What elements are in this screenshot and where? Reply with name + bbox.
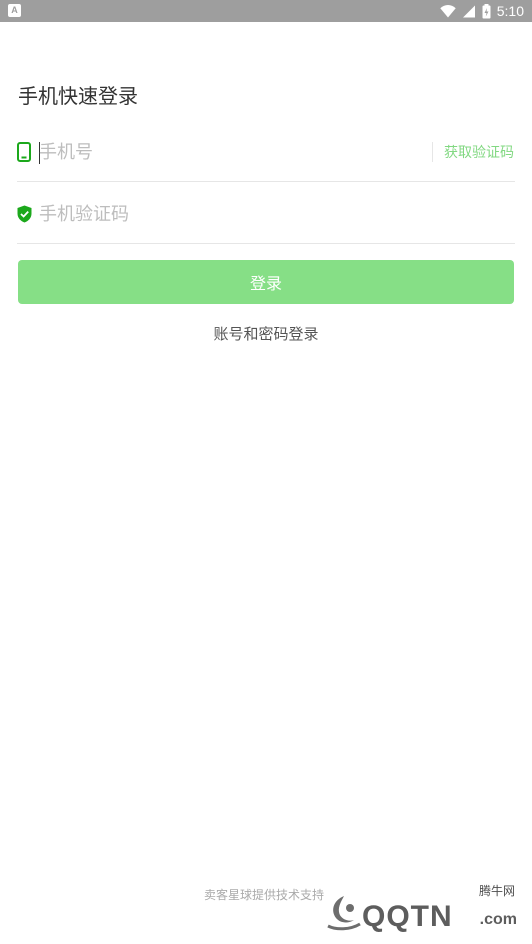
status-indicators: 5:10 [440,0,524,22]
watermark-cn: 腾牛网 [478,884,515,898]
watermark-logo-icon [327,896,361,931]
phone-input[interactable] [39,132,419,172]
shield-check-icon [17,205,32,222]
wifi-icon [440,4,456,17]
get-code-button[interactable]: 获取验证码 [444,122,514,182]
tech-support-text: 卖客星球提供技术支持 [204,888,325,902]
signal-icon [462,5,475,17]
phone-icon [17,141,31,162]
watermark-brand: QQTN [362,900,453,933]
watermark-dotcom: .com [479,911,517,928]
account-password-login-link[interactable]: 账号和密码登录 [0,323,532,344]
battery-icon [482,3,491,18]
page-title: 手机快速登录 [18,84,138,108]
notification-app-icon: A [8,4,21,17]
login-button[interactable]: 登录 [18,260,514,304]
code-field-row [17,184,515,244]
watermark: QQTN 腾牛网 .com [322,882,527,940]
status-time: 5:10 [496,3,524,19]
code-input[interactable] [39,194,509,234]
status-bar: A 5:10 [0,0,532,22]
code-divider [432,142,433,162]
phone-field-row: 获取验证码 [17,122,515,182]
